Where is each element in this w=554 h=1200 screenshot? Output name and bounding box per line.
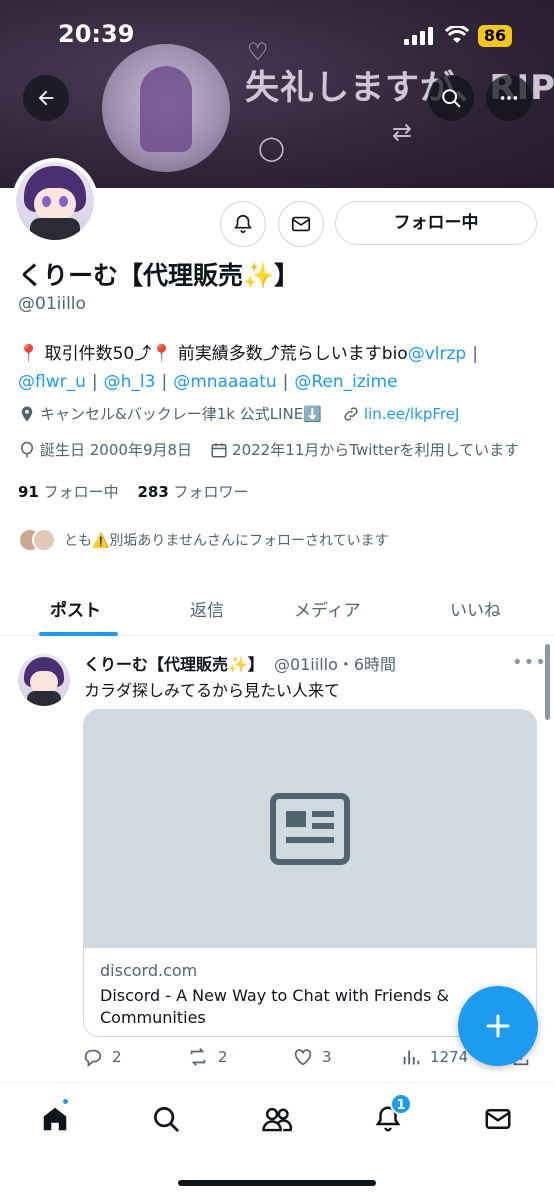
post-author-name[interactable]: くりーむ【代理販売✨】 <box>84 655 264 674</box>
message-button[interactable] <box>278 201 324 247</box>
link-card-thumbnail <box>84 710 536 948</box>
article-icon <box>270 793 350 865</box>
post-avatar[interactable] <box>18 654 70 706</box>
joined-text: 2022年11月からTwitterを利用しています <box>232 441 520 459</box>
tab-likes[interactable]: いいね <box>450 596 501 621</box>
calendar-icon <box>211 442 227 457</box>
repost-button[interactable]: 2 <box>186 1046 228 1068</box>
battery-indicator: 86 <box>478 25 512 47</box>
scrollbar[interactable] <box>545 644 550 720</box>
balloon-icon <box>20 441 34 457</box>
heart-icon <box>294 1049 312 1066</box>
profile-bio: 📍 取引件数50⤴︎📍 前実績多数⤴︎荒らしいますbio@vlrzp | @flw… <box>18 344 478 392</box>
comment-icon: ◯ <box>258 134 285 162</box>
followers-link[interactable]: 283 フォロワー <box>137 483 248 501</box>
notifications-toggle-button[interactable] <box>220 201 266 247</box>
home-indicator <box>178 1180 376 1186</box>
bio-mention[interactable]: @h_l3 <box>104 372 156 392</box>
home-icon <box>43 1107 67 1131</box>
followed-by-text: とも⚠️別垢ありませんさんにフォローされています <box>64 533 389 549</box>
active-tab-indicator <box>39 632 118 636</box>
reply-button[interactable]: 2 <box>82 1046 122 1068</box>
nav-messages[interactable] <box>476 1099 520 1139</box>
followed-by[interactable]: とも⚠️別垢ありませんさんにフォローされています <box>18 528 389 552</box>
following-link[interactable]: 91 フォロー中 <box>18 483 119 501</box>
plus-icon <box>486 1014 510 1038</box>
website-link[interactable]: lin.ee/lkpFreJ <box>364 405 460 423</box>
avatar <box>32 528 56 552</box>
more-icon <box>500 96 518 100</box>
link-card-domain: discord.com <box>100 961 198 980</box>
repost-icon <box>190 1048 206 1066</box>
post-handle-time: @01iillo・6時間 <box>273 655 397 674</box>
follow-counts: 91 フォロー中 283 フォロワー <box>18 481 249 502</box>
reply-icon <box>84 1049 102 1067</box>
tab-posts[interactable]: ポスト <box>50 596 101 621</box>
profile-tabs: ポスト 返信 メディア いいね <box>0 580 554 636</box>
bio-text: 📍 取引件数50⤴︎📍 前実績多数⤴︎荒らしいますbio <box>18 344 408 364</box>
profile-name: くりーむ【代理販売✨】 <box>18 261 300 290</box>
location-text: キャンセル&バックレー律1k 公式LINE⬇️ <box>40 405 322 423</box>
bio-mention[interactable]: @mnaaaatu <box>173 372 276 392</box>
bar-chart-icon <box>403 1050 420 1065</box>
birthday-text: 誕生日 2000年9月8日 <box>40 441 193 459</box>
status-time: 20:39 <box>58 20 135 48</box>
search-icon <box>154 1107 179 1132</box>
status-bar: 20:39 86 <box>0 18 554 58</box>
search-icon <box>442 89 461 108</box>
post-text: カラダ探しみてるから見たい人来て <box>84 681 341 700</box>
like-button[interactable]: 3 <box>292 1046 332 1068</box>
unread-dot <box>61 1097 70 1106</box>
nav-communities[interactable] <box>255 1099 299 1139</box>
back-button[interactable] <box>23 75 69 121</box>
post-header: くりーむ【代理販売✨】 @01iillo・6時間 <box>84 651 396 675</box>
nav-home[interactable] <box>33 1097 77 1139</box>
more-button[interactable] <box>486 75 532 121</box>
people-icon <box>262 1107 293 1132</box>
bell-plus-icon <box>234 214 252 234</box>
bio-mention[interactable]: @vlrzp <box>408 344 467 364</box>
nav-notifications[interactable]: 1 <box>366 1093 412 1139</box>
notification-badge: 1 <box>390 1093 412 1115</box>
following-button[interactable]: フォロー中 <box>335 201 537 245</box>
signal-icon <box>404 27 433 45</box>
link-icon <box>344 406 358 421</box>
link-card-title: Discord - A New Way to Chat with Friends… <box>100 986 450 1027</box>
location-pin-icon <box>21 406 33 421</box>
profile-meta-dates: 誕生日 2000年9月8日 2022年11月からTwitterを利用しています <box>18 439 519 460</box>
post-more-icon[interactable]: ••• <box>512 652 547 673</box>
tab-replies[interactable]: 返信 <box>190 596 224 621</box>
envelope-icon <box>485 1109 511 1129</box>
bio-mention[interactable]: @flwr_u <box>18 372 86 392</box>
profile-avatar[interactable] <box>12 158 98 244</box>
tab-media[interactable]: メディア <box>294 596 361 621</box>
views-button[interactable]: 1274 <box>400 1046 468 1068</box>
bio-mention[interactable]: @Ren_izime <box>294 372 397 392</box>
compose-button[interactable] <box>458 986 538 1066</box>
arrow-left-icon <box>38 90 54 106</box>
wifi-icon <box>445 26 469 43</box>
profile-handle: @01iillo <box>18 294 86 314</box>
nav-search[interactable] <box>144 1099 188 1139</box>
banner-avatar-image <box>102 44 230 172</box>
profile-meta-location: キャンセル&バックレー律1k 公式LINE⬇️ lin.ee/lkpFreJ <box>18 403 459 424</box>
search-button[interactable] <box>428 75 474 121</box>
envelope-icon <box>291 216 311 232</box>
repost-icon: ⇄ <box>392 118 413 146</box>
link-card[interactable]: discord.com Discord - A New Way to Chat … <box>83 709 537 1037</box>
